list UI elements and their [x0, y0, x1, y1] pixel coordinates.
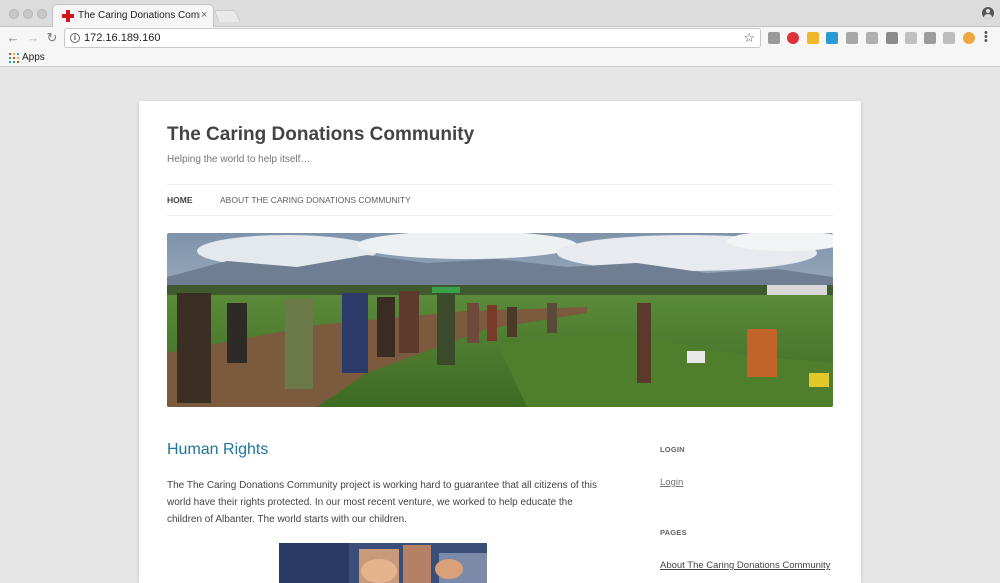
sticky-note-extension-icon[interactable]	[807, 32, 819, 44]
window-minimize-button[interactable]	[23, 9, 33, 19]
site-title[interactable]: The Caring Donations Community	[167, 124, 474, 146]
browser-menu-icon[interactable]: • • •	[984, 28, 990, 47]
address-bar[interactable]: i 172.16.189.160 ☆	[64, 28, 761, 48]
cloud-extension-icon[interactable]	[943, 32, 955, 44]
nav-top-divider	[167, 184, 833, 185]
site-info-icon[interactable]: i	[70, 33, 80, 43]
red-cross-favicon-icon	[62, 10, 74, 22]
browser-tabstrip: The Caring Donations Commu ×	[0, 0, 1000, 28]
extension-icon[interactable]	[866, 32, 878, 44]
nav-about[interactable]: About The Caring Donations Community	[220, 195, 411, 205]
widget-pages-about-link[interactable]: About The Caring Donations Community	[660, 560, 830, 571]
post-image	[279, 543, 487, 583]
reload-icon[interactable]: ↻	[44, 30, 60, 46]
post-paragraph: The The Caring Donations Community proje…	[167, 480, 598, 525]
adblock-extension-icon[interactable]	[787, 32, 799, 44]
widget-login-link[interactable]: Login	[660, 477, 683, 488]
widget-login-title: Login	[660, 445, 685, 454]
window-close-button[interactable]	[9, 9, 19, 19]
extension-icon[interactable]	[924, 32, 936, 44]
nav-bottom-divider	[167, 215, 833, 216]
post-title-link[interactable]: Human Rights	[167, 441, 268, 459]
cookie-extension-icon[interactable]	[963, 32, 975, 44]
page-container: The Caring Donations Community Helping t…	[139, 101, 861, 583]
browser-tab-active[interactable]: The Caring Donations Commu ×	[52, 4, 214, 28]
address-bar-url[interactable]: 172.16.189.160	[84, 32, 160, 44]
apps-grid-icon	[9, 53, 19, 63]
tab-title: The Caring Donations Commu	[78, 10, 200, 21]
feather-extension-icon[interactable]	[905, 32, 917, 44]
widget-pages-title: Pages	[660, 528, 687, 537]
nav-home[interactable]: Home	[167, 195, 193, 205]
site-description: Helping the world to help itself…	[167, 154, 311, 165]
forward-arrow-icon[interactable]: →	[25, 30, 41, 46]
header-image	[167, 233, 833, 407]
cast-icon[interactable]	[768, 32, 780, 44]
bookmark-star-icon[interactable]: ☆	[743, 30, 755, 46]
profile-icon[interactable]	[982, 7, 994, 19]
back-arrow-icon[interactable]: ←	[5, 30, 21, 46]
skype-extension-icon[interactable]	[826, 32, 838, 44]
apps-label: Apps	[22, 52, 45, 63]
window-zoom-button[interactable]	[37, 9, 47, 19]
extension-icon[interactable]	[886, 32, 898, 44]
tab-close-icon[interactable]: ×	[201, 9, 207, 21]
dropbox-extension-icon[interactable]	[846, 32, 858, 44]
bookmarks-bar: Apps	[0, 49, 1000, 67]
new-tab-button[interactable]	[213, 10, 241, 22]
